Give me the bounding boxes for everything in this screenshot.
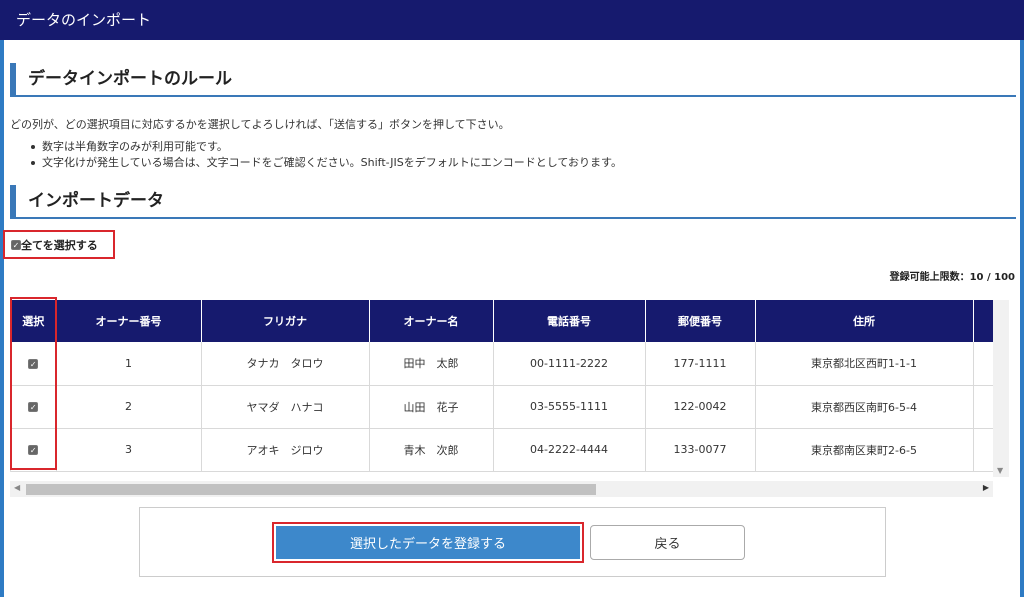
column-header-address: 住所: [755, 300, 974, 342]
scroll-right-arrow-icon[interactable]: ▶: [983, 483, 989, 492]
cell-zip: 122-0042: [645, 385, 756, 429]
cell-phone: 00-1111-2222: [493, 342, 646, 386]
cell-zip: 133-0077: [645, 428, 756, 472]
submit-highlight: 選択したデータを登録する: [272, 522, 584, 563]
rules-list: 数字は半角数字のみが利用可能です。 文字化けが発生している場合は、文字コードをご…: [30, 139, 622, 171]
row-checkbox[interactable]: ✓: [28, 402, 39, 412]
row-checkbox[interactable]: ✓: [28, 358, 39, 369]
cell-name: 田中 太郎: [369, 342, 494, 386]
rules-bullet: 数字は半角数字のみが利用可能です。: [30, 139, 622, 155]
import-table: 選択 オーナー番号 フリガナ オーナー名 電話番号 郵便番号 住所 ✓ 1 タナ…: [11, 300, 993, 472]
import-table-container: 選択 オーナー番号 フリガナ オーナー名 電話番号 郵便番号 住所 ✓ 1 タナ…: [10, 300, 993, 472]
cell-extra: [973, 428, 993, 472]
cell-owner-no: 3: [56, 428, 202, 472]
vertical-scrollbar[interactable]: ▼: [993, 300, 1009, 477]
table-row: ✓ 3 アオキ ジロウ 青木 次郎 04-2222-4444 133-0077 …: [11, 428, 993, 472]
column-header-phone: 電話番号: [493, 300, 646, 342]
cell-phone: 03-5555-1111: [493, 385, 646, 429]
cell-owner-no: 2: [56, 385, 202, 429]
cell-extra: [973, 342, 993, 386]
cell-name: 青木 次郎: [369, 428, 494, 472]
column-header-owner-no: オーナー番号: [56, 300, 202, 342]
column-header-name: オーナー名: [369, 300, 494, 342]
rules-description: どの列が、どの選択項目に対応するかを選択してよろしければ、「送信する」ボタンを押…: [10, 118, 510, 131]
cell-owner-no: 1: [56, 342, 202, 386]
cell-name: 山田 花子: [369, 385, 494, 429]
column-header-kana: フリガナ: [201, 300, 370, 342]
cell-address: 東京都南区東町2-6-5: [755, 428, 974, 472]
scroll-down-arrow-icon[interactable]: ▼: [997, 466, 1003, 475]
import-heading: インポートデータ: [10, 185, 1016, 219]
table-header-row: 選択 オーナー番号 フリガナ オーナー名 電話番号 郵便番号 住所: [11, 300, 993, 342]
cell-zip: 177-1111: [645, 342, 756, 386]
table-row: ✓ 1 タナカ タロウ 田中 太郎 00-1111-2222 177-1111 …: [11, 342, 993, 386]
checkbox-checked-icon[interactable]: ✓: [11, 239, 21, 250]
column-header-extra: [973, 300, 993, 342]
rules-bullet: 文字化けが発生している場合は、文字コードをご確認ください。Shift-JISをデ…: [30, 155, 622, 171]
column-header-zip: 郵便番号: [645, 300, 756, 342]
column-header-select: 選択: [11, 300, 57, 342]
table-row: ✓ 2 ヤマダ ハナコ 山田 花子 03-5555-1111 122-0042 …: [11, 385, 993, 429]
register-selected-button[interactable]: 選択したデータを登録する: [276, 526, 580, 559]
horizontal-scroll-thumb[interactable]: [26, 484, 596, 495]
cell-kana: ヤマダ ハナコ: [201, 385, 370, 429]
cell-extra: [973, 385, 993, 429]
row-checkbox[interactable]: ✓: [28, 445, 39, 455]
cell-phone: 04-2222-4444: [493, 428, 646, 472]
window-title: データのインポート: [0, 0, 1024, 40]
registration-limit: 登録可能上限数：10 / 100: [889, 272, 1015, 283]
select-all-label: 全てを選択する: [21, 238, 98, 252]
rules-heading: データインポートのルール: [10, 63, 1016, 97]
back-button[interactable]: 戻る: [590, 525, 745, 560]
cell-kana: アオキ ジロウ: [201, 428, 370, 472]
scroll-left-arrow-icon[interactable]: ◀: [14, 483, 20, 492]
select-all-checkbox[interactable]: ✓ 全てを選択する: [3, 230, 115, 259]
horizontal-scrollbar[interactable]: ◀ ▶: [10, 481, 993, 497]
cell-address: 東京都西区南町6-5-4: [755, 385, 974, 429]
cell-kana: タナカ タロウ: [201, 342, 370, 386]
cell-address: 東京都北区西町1-1-1: [755, 342, 974, 386]
